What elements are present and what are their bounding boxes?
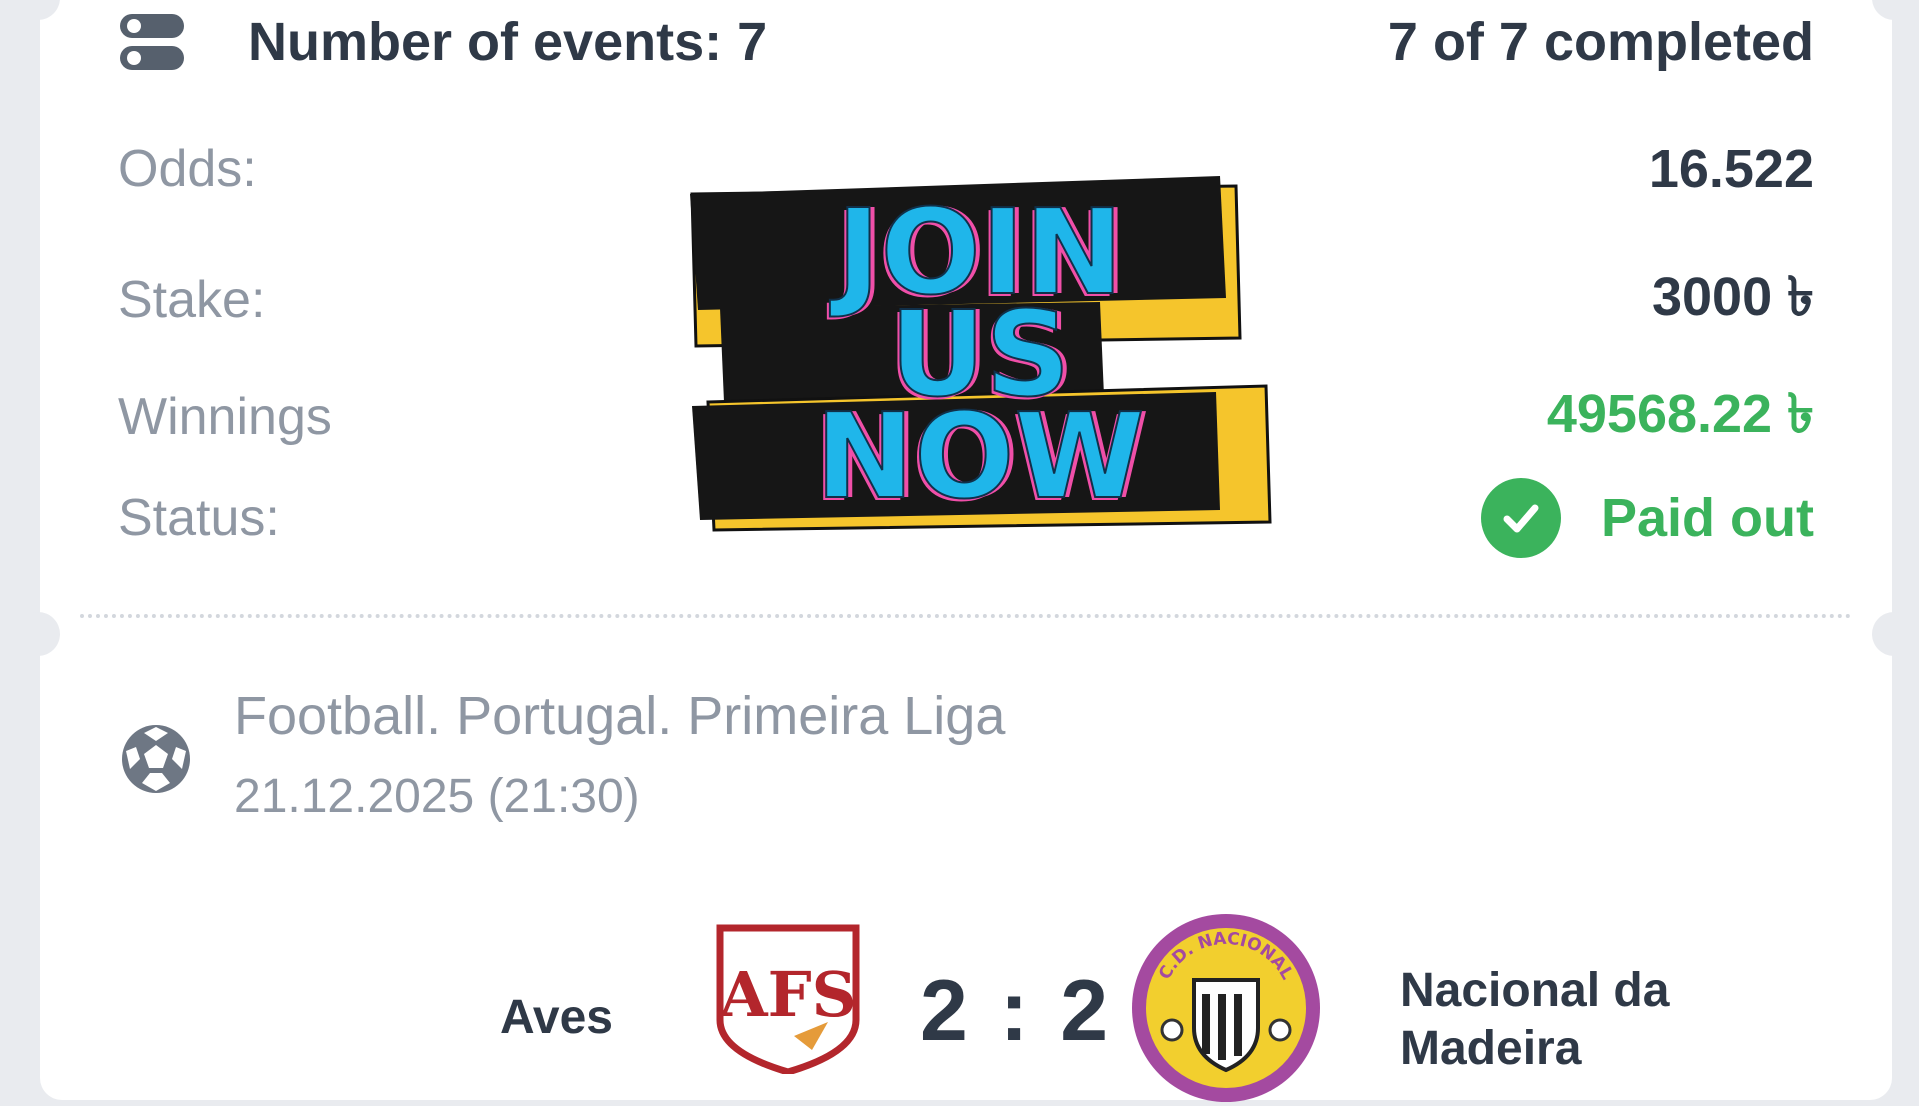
list-toggle-icon bbox=[120, 14, 184, 70]
winnings-value: 49568.22 ৳ bbox=[1546, 384, 1814, 444]
ticket-notch-left bbox=[16, 612, 60, 656]
match-score: 2 : 2 bbox=[920, 963, 1113, 1059]
away-team-line-2: Madeira bbox=[1400, 1022, 1582, 1075]
event-datetime: 21.12.2025 (21:30) bbox=[234, 770, 640, 823]
match-row[interactable]: Aves AFS 2 : 2 C.D. NACIONAL Nacional da… bbox=[40, 910, 1892, 1102]
league-name: Football. Portugal. Primeira Liga bbox=[234, 686, 1006, 746]
aves-crest-lettering: AFS bbox=[719, 958, 857, 1031]
promo-line-3: NOW bbox=[814, 387, 1145, 525]
summary-row[interactable]: Number of events: 7 7 of 7 completed bbox=[118, 8, 1814, 76]
event-info: Football. Portugal. Primeira Liga 21.12.… bbox=[234, 685, 1005, 824]
nacional-crest-icon: C.D. NACIONAL bbox=[1132, 914, 1320, 1102]
odds-value: 16.522 bbox=[1648, 139, 1814, 199]
status-value: Paid out bbox=[1601, 488, 1814, 548]
check-circle-icon bbox=[1481, 478, 1561, 558]
home-team-name: Aves bbox=[500, 991, 613, 1044]
summary-left: Number of events: 7 bbox=[118, 8, 767, 76]
odds-label: Odds: bbox=[118, 140, 257, 198]
away-team-line-1: Nacional da bbox=[1400, 964, 1670, 1017]
bet-ticket-card: Number of events: 7 7 of 7 completed Odd… bbox=[16, 0, 1916, 1102]
stake-value: 3000 ৳ bbox=[1651, 267, 1814, 327]
stake-label: Stake: bbox=[118, 271, 266, 329]
join-us-now-banner[interactable]: JOIN US NOW bbox=[680, 170, 1280, 550]
completed-count: 7 of 7 completed bbox=[1387, 12, 1814, 72]
event-header: Football. Portugal. Primeira Liga 21.12.… bbox=[118, 685, 1005, 824]
ticket-notch-top-left bbox=[16, 0, 60, 20]
ticket-divider bbox=[80, 614, 1852, 618]
status-label: Status: bbox=[118, 489, 280, 547]
ticket-notch-right bbox=[1872, 612, 1916, 656]
aves-crest-icon: AFS bbox=[716, 924, 860, 1074]
status-indicator: Paid out bbox=[1481, 478, 1814, 558]
ticket-notch-top-right bbox=[1872, 0, 1916, 20]
football-icon bbox=[122, 725, 190, 793]
winnings-label: Winnings bbox=[118, 388, 332, 446]
events-count: Number of events: 7 bbox=[248, 12, 768, 72]
away-team-name: Nacional da Madeira bbox=[1400, 962, 1669, 1078]
